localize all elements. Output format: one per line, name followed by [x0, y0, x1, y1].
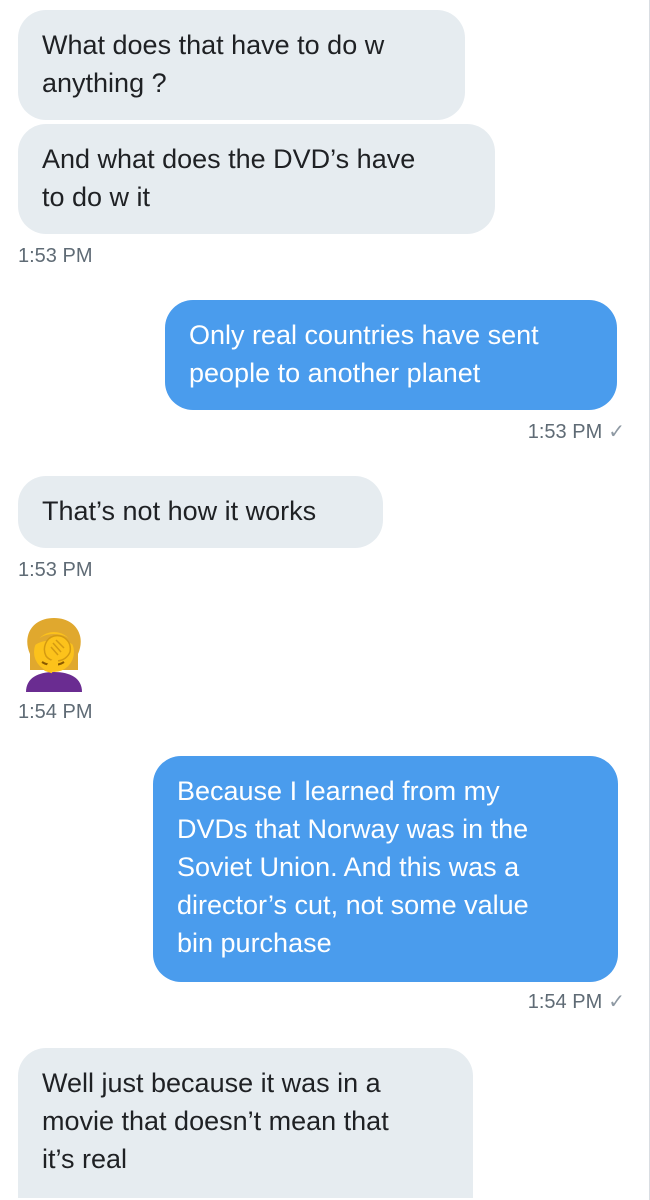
- message-bubble-sent[interactable]: Only real countries have sent people to …: [165, 300, 617, 410]
- message-bubble-sent[interactable]: Because I learned from my DVDs that Norw…: [153, 756, 618, 982]
- message-bubble-received[interactable]: Well just because it was in a movie that…: [18, 1048, 473, 1198]
- message-bubble-received[interactable]: That’s not how it works: [18, 476, 383, 548]
- message-timestamp: 1:54 PM ✓: [528, 990, 625, 1014]
- chat-screen: What does that have to do w anything ? A…: [0, 0, 650, 1200]
- read-receipt-check-icon: ✓: [608, 421, 625, 443]
- message-bubble-received[interactable]: What does that have to do w anything ?: [18, 10, 465, 120]
- read-receipt-check-icon: ✓: [608, 991, 625, 1013]
- face-palm-woman-icon[interactable]: [18, 612, 90, 692]
- face-palm-woman-drawing: [26, 618, 82, 692]
- message-timestamp: 1:53 PM: [18, 245, 93, 267]
- timestamp-text: 1:54 PM: [527, 991, 603, 1013]
- message-bubble-received[interactable]: And what does the DVD’s have to do w it: [18, 124, 495, 234]
- timestamp-text: 1:53 PM: [527, 421, 603, 443]
- message-timestamp: 1:53 PM: [18, 559, 93, 581]
- message-timestamp: 1:54 PM: [18, 701, 93, 723]
- message-timestamp: 1:53 PM ✓: [528, 420, 625, 444]
